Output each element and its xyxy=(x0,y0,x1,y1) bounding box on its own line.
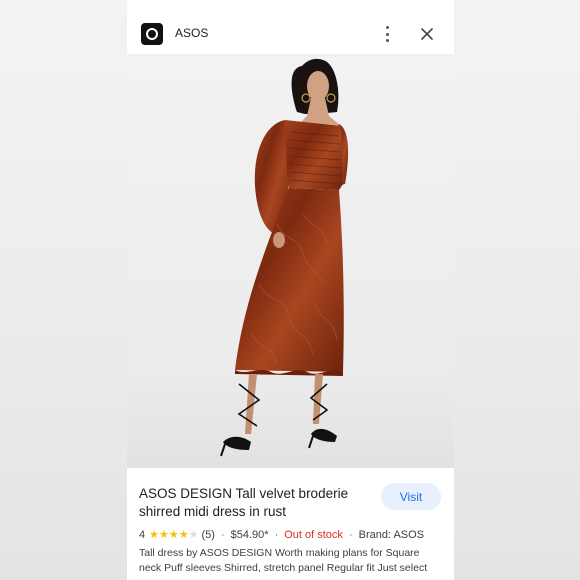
visit-button[interactable]: Visit xyxy=(381,483,441,510)
more-vert-icon[interactable] xyxy=(381,26,393,42)
star-icon: ★ xyxy=(168,528,179,541)
product-description: Tall dress by ASOS DESIGN Worth making p… xyxy=(139,547,428,574)
product-details: ASOS DESIGN Tall velvet broderie shirred… xyxy=(127,468,454,580)
review-count: (5) xyxy=(201,529,215,541)
rating-stars: ★ ★ ★ ★ ★ xyxy=(149,528,199,541)
separator-dot: · xyxy=(274,529,279,541)
product-image[interactable] xyxy=(127,54,454,468)
product-photo xyxy=(127,58,454,468)
separator-dot: · xyxy=(348,529,353,541)
panel-header: ASOS xyxy=(127,0,454,54)
backdrop-left xyxy=(0,0,127,580)
star-icon: ★ xyxy=(159,528,169,541)
star-icon: ★ xyxy=(178,528,189,541)
asos-logo-icon[interactable] xyxy=(141,23,163,45)
star-icon: ★ xyxy=(149,528,159,541)
close-icon[interactable] xyxy=(419,26,435,42)
brand: Brand: ASOS xyxy=(358,529,425,541)
stock-status: Out of stock xyxy=(284,529,343,541)
backdrop-right xyxy=(454,0,580,580)
separator-dot: · xyxy=(220,529,225,541)
product-panel: ASOS ASOS DESIGN Tall velvet broderie sh… xyxy=(127,0,454,580)
product-meta: 4 ★ ★ ★ ★ ★ (5) · $54.90* · Out of stock… xyxy=(139,527,449,543)
rating-value: 4 xyxy=(139,529,146,541)
price: $54.90* xyxy=(230,529,269,541)
star-icon: ★ xyxy=(188,528,199,541)
site-name[interactable]: ASOS xyxy=(175,26,208,40)
product-title[interactable]: ASOS DESIGN Tall velvet broderie shirred… xyxy=(139,485,369,521)
